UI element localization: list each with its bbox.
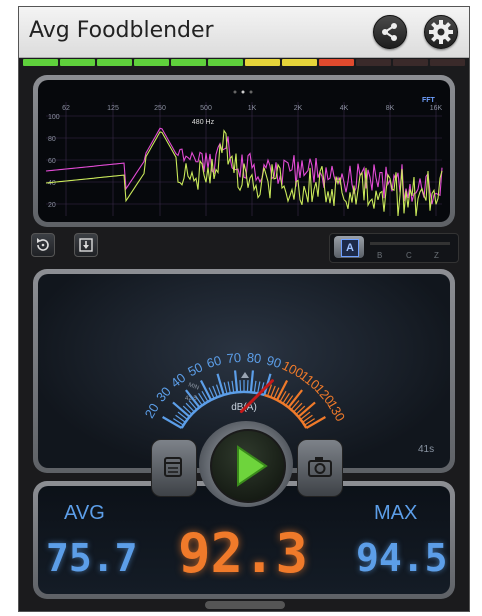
meter-tick — [249, 370, 255, 393]
meter-tick — [253, 380, 257, 393]
meter-scale-label: 80 — [246, 350, 262, 366]
level-segment — [430, 59, 465, 66]
fft-freq-label: 2K — [294, 105, 303, 112]
meter-tick — [212, 385, 218, 398]
title-bar: Avg Foodblender — [19, 7, 469, 58]
app-title: Avg Foodblender — [29, 18, 214, 43]
meter-tick — [246, 380, 249, 393]
share-button[interactable] — [373, 15, 407, 49]
camera-icon — [308, 457, 332, 477]
meter-tick — [239, 380, 242, 393]
level-segment — [245, 59, 280, 66]
elapsed-time: 41s — [418, 444, 434, 455]
fft-mode-label: FFT — [422, 97, 436, 104]
weighting-knob[interactable]: A — [334, 236, 364, 258]
fft-freq-label: 62 — [62, 105, 70, 112]
weighting-selector[interactable]: A B C Z — [329, 233, 459, 263]
min-value: 42.5 — [185, 396, 197, 402]
reset-icon — [37, 238, 49, 251]
avg-value: 75.7 — [46, 536, 138, 580]
weighting-option-c[interactable]: C — [406, 251, 412, 260]
bottom-handle[interactable] — [205, 601, 285, 609]
meter-scale-label: 70 — [226, 350, 242, 366]
level-segment — [134, 59, 169, 66]
save-button[interactable] — [74, 233, 98, 257]
fft-db-label: 40 — [48, 180, 56, 187]
weighting-option-z[interactable]: Z — [434, 251, 439, 260]
log-button[interactable] — [151, 439, 197, 497]
fft-freq-label: 250 — [154, 105, 166, 112]
fft-db-label: 80 — [48, 136, 56, 143]
camera-button[interactable] — [297, 439, 343, 497]
min-label: MIN — [187, 382, 199, 391]
reset-button[interactable] — [31, 233, 55, 257]
fft-panel[interactable]: 480 Hz FFT 62 125 250 500 1K 2K 4K 8K 16K 100 80 60… — [33, 75, 455, 227]
meter-tick — [215, 384, 222, 397]
fft-freq-label: 4K — [340, 105, 349, 112]
playback-cluster — [151, 421, 343, 507]
play-button[interactable] — [199, 421, 293, 507]
page-dots — [233, 90, 253, 94]
fft-freq-label: 8K — [386, 105, 395, 112]
fft-freq-label: 16K — [430, 105, 443, 112]
fft-db-label: 100 — [48, 114, 60, 121]
level-bar — [23, 59, 465, 66]
meter-tick — [223, 382, 228, 395]
weighting-track — [370, 242, 450, 245]
play-icon — [237, 445, 268, 487]
max-marker — [241, 372, 249, 378]
meter-scale-label: 50 — [185, 359, 205, 379]
fft-freq-label: 1K — [248, 105, 257, 112]
level-segment — [393, 59, 428, 66]
level-segment — [356, 59, 391, 66]
settings-button[interactable] — [424, 15, 458, 49]
meter-tick — [227, 381, 231, 394]
meter-tick — [233, 370, 239, 393]
fft-freq-label: 125 — [107, 105, 119, 112]
max-value: 94.5 — [356, 536, 448, 580]
level-segment — [60, 59, 95, 66]
current-value: 92.3 — [178, 522, 309, 585]
weighting-selected: A — [341, 239, 359, 257]
weighting-option-b[interactable]: B — [377, 251, 382, 260]
meter-tick — [231, 380, 235, 393]
gear-icon — [429, 20, 453, 44]
meter-scale-label: 20 — [142, 401, 162, 421]
fft-db-label: 20 — [48, 202, 56, 209]
fft-freq-label: 500 — [200, 105, 212, 112]
meter-scale-label: 30 — [153, 384, 174, 405]
save-icon — [79, 238, 93, 252]
level-segment — [97, 59, 132, 66]
level-segment — [171, 59, 206, 66]
app-window: Avg Foodblender 480 Hz FFT 62 125 250 50… — [18, 6, 470, 612]
meter-tick — [270, 385, 276, 398]
max-label: MAX — [374, 502, 418, 524]
log-icon — [164, 457, 182, 477]
fft-peak-label: 480 Hz — [192, 119, 215, 126]
level-segment — [282, 59, 317, 66]
fft-spectrum: 480 Hz FFT 62 125 250 500 1K 2K 4K 8K 16K 100 80 60… — [45, 90, 443, 217]
level-segment — [23, 59, 58, 66]
level-segment — [208, 59, 243, 66]
fft-db-label: 60 — [48, 158, 56, 165]
share-icon — [382, 23, 397, 41]
avg-label: AVG — [64, 502, 105, 524]
meter-scale-label: 60 — [205, 353, 223, 371]
level-segment — [319, 59, 354, 66]
meter-scale-label: 40 — [168, 370, 189, 391]
